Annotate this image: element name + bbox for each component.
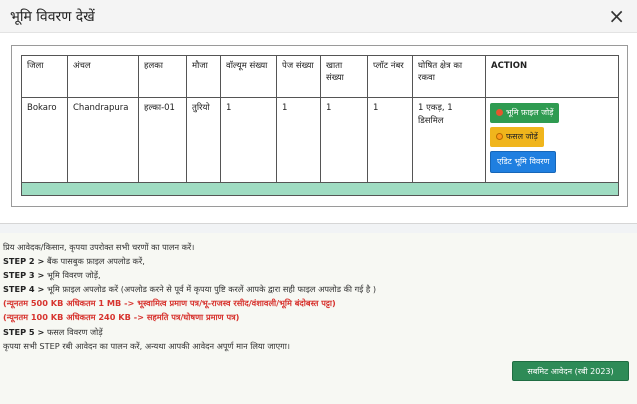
step-text: भूमि फ़ाइल अपलोड करें (अपलोड करने से पूर…: [44, 284, 377, 295]
land-table-container: जिला अंचल हलका मौजा वॉल्यूम संख्या पेज स…: [11, 45, 628, 207]
header-action: ACTION: [485, 55, 619, 98]
file-size-note-1: (न्यूनतम 500 KB अधिकतम 1 MB -> भूस्वामित…: [3, 298, 336, 309]
file-size-note-2: (न्यूनतम 100 KB अधिकतम 240 KB -> सहमति प…: [3, 312, 240, 323]
upload-icon: [496, 109, 503, 116]
modal-title: भूमि विवरण देखें: [10, 8, 95, 25]
instruction-step-3: STEP 3 > भूमि विवरण जोड़ें,: [3, 268, 634, 282]
instruction-step-5: STEP 5 > फसल विवरण जोड़ें: [3, 325, 634, 339]
cell-page-number: 1: [276, 97, 321, 183]
add-crop-label: फसल जोड़ें: [506, 132, 538, 141]
step-label: STEP 4 >: [3, 284, 45, 295]
header-volume-number: वॉल्यूम संख्या: [220, 55, 277, 98]
step-label: STEP 3 >: [3, 270, 45, 281]
cell-declared-area: 1 एकड़, 1 डिसमिल: [412, 97, 486, 183]
instruction-intro: प्रिय आवेदक/किसान, कृपया उपरोक्त सभी चरण…: [3, 242, 195, 252]
land-details-modal: भूमि विवरण देखें × जिला अंचल हलका मौजा व…: [0, 0, 637, 224]
add-crop-button[interactable]: फसल जोड़ें: [490, 127, 544, 147]
instruction-closing: कृपया सभी STEP रबी आवेदन का पालन करें, अ…: [3, 340, 290, 351]
cell-circle: Chandrapura: [67, 97, 139, 183]
cell-mauza: तुरियो: [186, 97, 221, 183]
cell-halka: हल्का-01: [138, 97, 187, 183]
cell-actions: भूमि फ़ाइल जोड़ें फसल जोड़ें एडिट भूमि व…: [485, 97, 619, 183]
submit-application-button[interactable]: सबमिट आवेदन (रबी 2023): [512, 361, 629, 381]
cell-district: Bokaro: [21, 97, 68, 183]
header-mauza: मौजा: [186, 55, 221, 98]
step-text: बैंक पासबुक फ़ाइल अपलोड करें,: [44, 256, 145, 267]
step-label: STEP 5 >: [3, 326, 45, 337]
table-footer-row: [21, 182, 619, 196]
table-header-row: जिला अंचल हलका मौजा वॉल्यूम संख्या पेज स…: [21, 55, 619, 98]
close-icon[interactable]: ×: [608, 6, 625, 26]
header-plot-number: प्लॉट नंबर: [367, 55, 413, 98]
header-circle: अंचल: [67, 55, 139, 98]
cell-volume-number: 1: [220, 97, 277, 183]
cell-plot-number: 1: [367, 97, 413, 183]
step-label: STEP 2 >: [3, 256, 45, 267]
header-halka: हलका: [138, 55, 187, 98]
upload-land-file-label: भूमि फ़ाइल जोड़ें: [506, 108, 554, 117]
land-details-table: जिला अंचल हलका मौजा वॉल्यूम संख्या पेज स…: [21, 55, 619, 196]
header-district: जिला: [21, 55, 68, 98]
step-text: फसल विवरण जोड़ें: [44, 326, 103, 337]
edit-land-details-button[interactable]: एडिट भूमि विवरण: [490, 151, 557, 173]
table-row: Bokaro Chandrapura हल्का-01 तुरियो 1 1 1…: [21, 97, 619, 183]
step-text: भूमि विवरण जोड़ें,: [44, 270, 101, 281]
upload-land-file-button[interactable]: भूमि फ़ाइल जोड़ें: [490, 103, 560, 123]
header-khata-number: खाता संख्या: [320, 55, 368, 98]
header-page-number: पेज संख्या: [276, 55, 321, 98]
cell-khata-number: 1: [320, 97, 368, 183]
instruction-step-4: STEP 4 > भूमि फ़ाइल अपलोड करें (अपलोड कर…: [3, 282, 634, 296]
add-icon: [496, 133, 503, 140]
header-declared-area: घोषित क्षेत्र का रकवा: [412, 55, 486, 98]
modal-header: भूमि विवरण देखें ×: [0, 0, 637, 33]
instruction-step-2: STEP 2 > बैंक पासबुक फ़ाइल अपलोड करें,: [3, 254, 634, 268]
